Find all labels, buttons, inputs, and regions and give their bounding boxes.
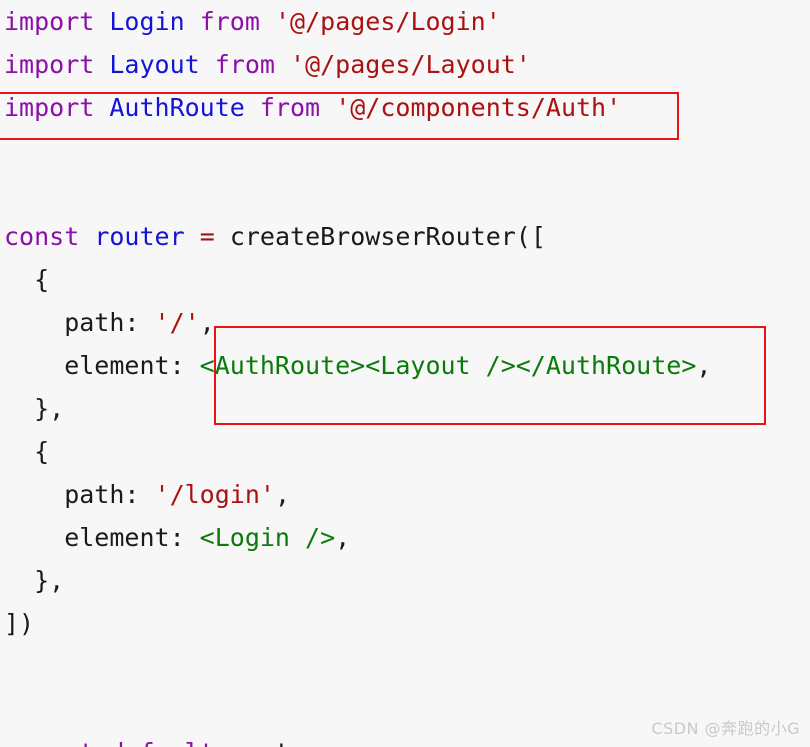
line-import-authroute-token-4: from xyxy=(259,93,321,122)
watermark-text: CSDN @奔跑的小G xyxy=(651,719,800,738)
line-import-login-token-1 xyxy=(94,7,109,36)
line-export-token-4: router xyxy=(230,738,320,747)
line-element-login-token-2: , xyxy=(335,523,351,552)
line-element-login-token-0: element: xyxy=(4,523,200,552)
line-import-authroute: import AuthRoute from '@/components/Auth… xyxy=(0,86,810,129)
line-import-login: import Login from '@/pages/Login' xyxy=(0,0,810,43)
line-path-login-token-2: , xyxy=(274,480,290,509)
line-path-root-token-2: , xyxy=(199,308,215,337)
line-path-login-token-1: '/login' xyxy=(154,480,275,509)
line-close-brace-1-token-0: }, xyxy=(4,394,65,423)
line-import-login-token-0: import xyxy=(4,7,95,36)
line-const-router-token-2: router xyxy=(94,222,185,251)
line-const-router-token-6: createBrowserRouter([ xyxy=(229,222,546,251)
line-open-brace-2-token-0: { xyxy=(4,437,50,466)
line-import-authroute-token-0: import xyxy=(4,93,95,122)
line-blank-1 xyxy=(0,129,810,172)
line-const-router: const router = createBrowserRouter([ xyxy=(0,215,810,258)
line-path-login: path: '/login', xyxy=(0,473,810,516)
line-const-router-token-4: = xyxy=(199,222,215,251)
line-export-token-2: default xyxy=(109,738,214,747)
line-import-layout-token-2: Layout xyxy=(109,50,200,79)
line-path-root: path: '/', xyxy=(0,301,810,344)
line-import-layout-token-0: import xyxy=(4,50,95,79)
line-import-layout-token-4: from xyxy=(214,50,275,79)
line-path-login-token-0: path: xyxy=(4,480,155,509)
line-import-layout-token-1 xyxy=(94,50,109,79)
line-open-brace-2: { xyxy=(0,430,810,473)
line-path-root-token-1: '/' xyxy=(154,308,200,337)
line-element-layout: element: <AuthRoute><Layout /></AuthRout… xyxy=(0,344,810,387)
line-export-token-0: export xyxy=(4,738,94,747)
line-import-layout-token-6: '@/pages/Layout' xyxy=(290,50,531,79)
line-export-token-1 xyxy=(94,738,109,747)
line-import-authroute-token-6: '@/components/Auth' xyxy=(335,93,622,122)
line-element-login: element: <Login />, xyxy=(0,516,810,559)
line-import-layout-token-3 xyxy=(200,50,215,79)
line-const-router-token-5 xyxy=(215,222,230,251)
line-path-root-token-0: path: xyxy=(4,308,155,337)
line-import-authroute-token-1 xyxy=(94,93,109,122)
line-import-authroute-token-5 xyxy=(320,93,335,122)
line-close-brace-1: }, xyxy=(0,387,810,430)
line-blank-3 xyxy=(0,645,810,688)
line-element-layout-token-0: element: xyxy=(4,351,200,380)
line-import-layout-token-5 xyxy=(275,50,290,79)
line-import-login-token-3 xyxy=(185,7,200,36)
line-blank-2 xyxy=(0,172,810,215)
code-block[interactable]: import Login from '@/pages/Login' import … xyxy=(0,0,810,747)
line-const-router-token-1 xyxy=(79,222,94,251)
line-element-layout-token-2: , xyxy=(696,351,712,380)
line-import-authroute-token-2: AuthRoute xyxy=(109,93,245,122)
line-const-router-token-3 xyxy=(185,222,200,251)
line-export-token-3 xyxy=(215,738,230,747)
line-import-login-token-2: Login xyxy=(109,7,185,36)
line-element-layout-token-1: <AuthRoute><Layout /></AuthRoute> xyxy=(199,351,697,380)
code-screenshot: import Login from '@/pages/Login' import … xyxy=(0,0,810,747)
line-open-brace-1-token-0: { xyxy=(4,265,50,294)
line-const-router-token-0: const xyxy=(4,222,80,251)
line-import-login-token-6: '@/pages/Login' xyxy=(274,7,501,36)
line-import-login-token-4: from xyxy=(199,7,260,36)
line-close-brace-2-token-0: }, xyxy=(4,566,65,595)
line-close-array-token-0: ]) xyxy=(4,609,35,638)
line-import-login-token-5 xyxy=(260,7,275,36)
line-import-layout: import Layout from '@/pages/Layout' xyxy=(0,43,810,86)
line-close-brace-2: }, xyxy=(0,559,810,602)
line-import-authroute-token-3 xyxy=(245,93,260,122)
line-element-login-token-1: <Login /> xyxy=(199,523,336,552)
line-close-array: ]) xyxy=(0,602,810,645)
line-open-brace-1: { xyxy=(0,258,810,301)
